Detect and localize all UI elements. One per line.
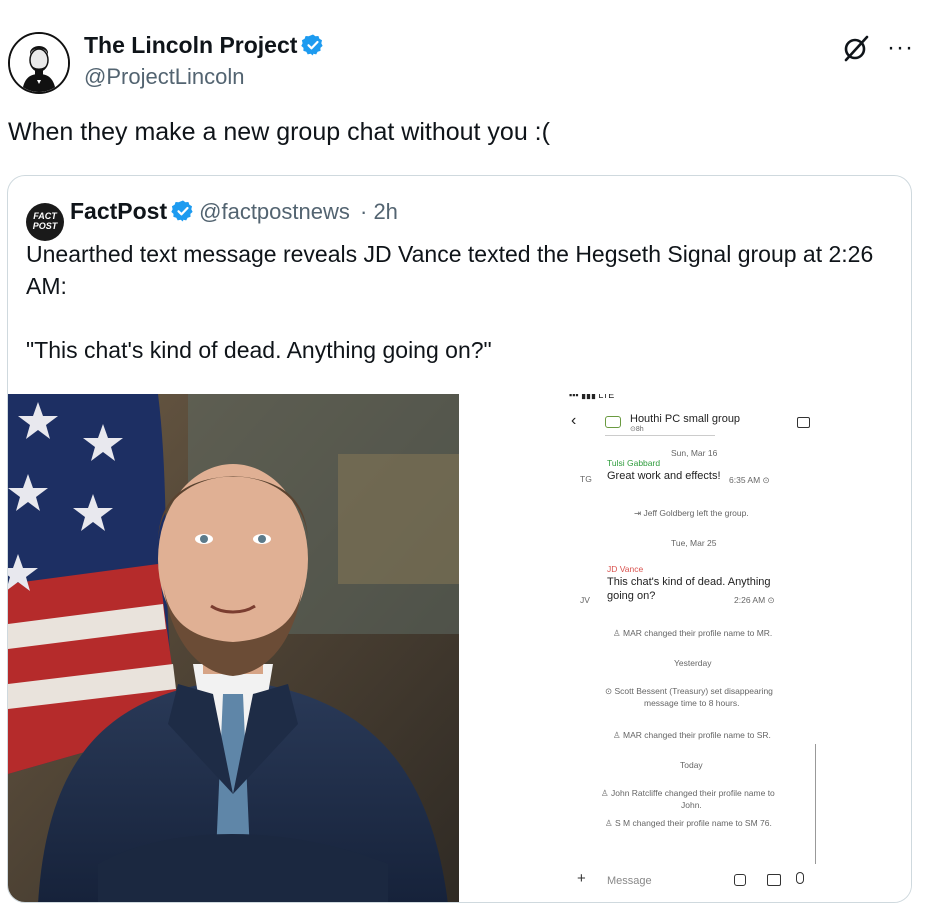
jv-message-line2: going on? xyxy=(607,590,656,602)
more-options-icon[interactable]: ··· xyxy=(887,34,914,62)
quoted-author-handle[interactable]: @factpostnews xyxy=(199,199,350,224)
grok-icon[interactable] xyxy=(842,34,870,62)
author-avatar[interactable] xyxy=(8,32,70,94)
header-divider xyxy=(605,435,715,436)
tg-time: 6:35 AM ⊙ xyxy=(729,475,770,485)
date-divider-today: Today xyxy=(680,760,703,770)
event-4-line2: John. xyxy=(681,800,702,810)
date-divider-2: Tue, Mar 25 xyxy=(671,538,717,548)
verified-badge-icon xyxy=(301,34,324,56)
date-divider-yesterday: Yesterday xyxy=(674,658,712,668)
left-group-text: Jeff Goldberg left the group. xyxy=(643,508,749,518)
author-name-text[interactable]: The Lincoln Project xyxy=(84,32,297,58)
left-group-notice: ⇥ Jeff Goldberg left the group. xyxy=(634,508,749,518)
sticker-icon[interactable] xyxy=(734,874,746,886)
camera-icon[interactable] xyxy=(767,874,781,886)
back-arrow-icon[interactable]: ‹ xyxy=(571,412,576,430)
event-2-text: Scott Bessent (Treasury) set disappearin… xyxy=(614,686,773,696)
tg-message: Great work and effects! xyxy=(607,470,721,482)
event-5: ♙ S M changed their profile name to SM 7… xyxy=(605,818,772,828)
quoted-post-time[interactable]: · 2h xyxy=(360,199,398,224)
group-timer: ⊙8h xyxy=(630,426,644,433)
event-5-text: S M changed their profile name to SM 76. xyxy=(614,818,772,828)
event-1-text: MAR changed their profile name to MR. xyxy=(622,628,773,638)
logo-line-2: POST xyxy=(32,221,58,231)
event-2: ⊙ Scott Bessent (Treasury) set disappear… xyxy=(605,686,773,696)
lincoln-portrait-icon xyxy=(10,34,68,92)
signal-chat-screenshot[interactable]: ▪▪▪ ▮▮▮ LTE ‹ Houthi PC small group ⊙8h … xyxy=(459,394,911,902)
quoted-text-line2: "This chat's kind of dead. Anything goin… xyxy=(26,337,492,363)
date-divider-1: Sun, Mar 16 xyxy=(671,448,718,458)
quoted-author-name[interactable]: FactPost xyxy=(70,198,167,224)
scrollbar[interactable] xyxy=(815,744,816,864)
verified-badge-icon xyxy=(171,200,193,222)
event-3: ♙ MAR changed their profile name to SR. xyxy=(613,730,771,740)
author-name[interactable]: The Lincoln Project xyxy=(84,32,325,59)
event-4: ♙ John Ratcliffe changed their profile n… xyxy=(601,788,775,798)
status-bar: ▪▪▪ ▮▮▮ LTE xyxy=(569,394,615,400)
event-2-line2: message time to 8 hours. xyxy=(644,698,740,708)
vance-photo-image xyxy=(8,394,459,902)
quoted-post-header: FACT POSTFactPost @factpostnews · 2h xyxy=(26,198,398,241)
video-call-icon[interactable] xyxy=(797,417,810,428)
author-handle[interactable]: @ProjectLincoln xyxy=(84,64,245,90)
tweet-text: When they make a new group chat without … xyxy=(8,118,550,146)
vance-photo[interactable] xyxy=(8,394,459,902)
event-3-text: MAR changed their profile name to SR. xyxy=(622,730,771,740)
quoted-post[interactable]: FACT POSTFactPost @factpostnews · 2h Unear… xyxy=(7,175,912,903)
attach-plus-icon[interactable]: + xyxy=(577,870,586,887)
jv-sender: JD Vance xyxy=(607,564,644,574)
message-input[interactable]: Message xyxy=(607,875,652,887)
jv-message-line1: This chat's kind of dead. Anything xyxy=(607,576,771,588)
group-name[interactable]: Houthi PC small group xyxy=(630,413,740,425)
quoted-text-line1: Unearthed text message reveals JD Vance … xyxy=(26,241,874,299)
logo-line-1: FACT xyxy=(33,211,57,221)
quoted-post-text: Unearthed text message reveals JD Vance … xyxy=(26,238,896,366)
tg-sender: Tulsi Gabbard xyxy=(607,458,661,468)
jv-initials: JV xyxy=(580,595,590,605)
factpost-logo[interactable]: FACT POST xyxy=(26,203,64,241)
microphone-icon[interactable] xyxy=(796,872,804,884)
tg-initials: TG xyxy=(580,474,592,484)
event-1: ♙ MAR changed their profile name to MR. xyxy=(613,628,773,638)
jv-time: 2:26 AM ⊙ xyxy=(734,595,775,605)
event-4-text: John Ratcliffe changed their profile nam… xyxy=(610,788,775,798)
group-avatar-icon xyxy=(605,416,621,428)
